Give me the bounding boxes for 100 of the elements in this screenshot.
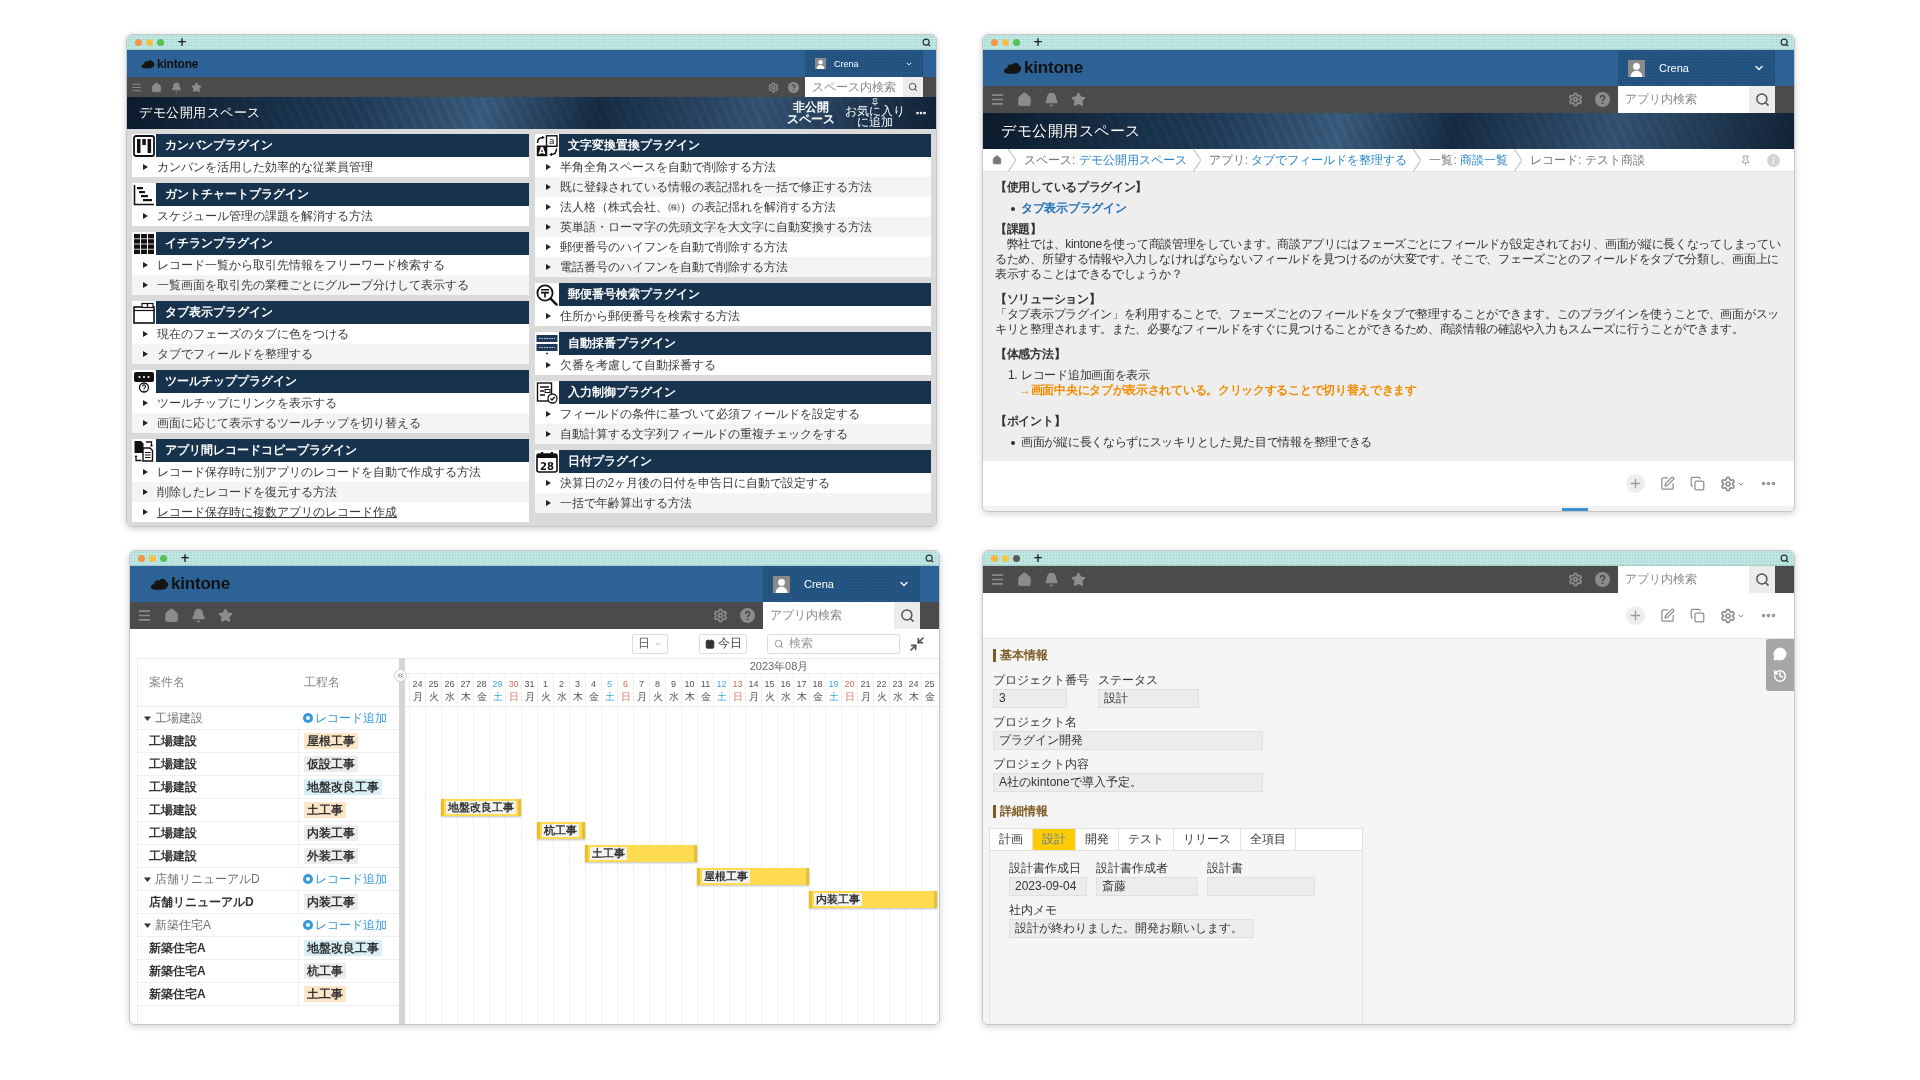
- search-icon[interactable]: [1780, 37, 1789, 47]
- gantt-bar[interactable]: 内装工事: [809, 891, 937, 908]
- star-icon[interactable]: [218, 608, 233, 623]
- bell-icon[interactable]: [171, 81, 182, 93]
- plugin-heading[interactable]: タブ表示プラグイン: [156, 301, 529, 324]
- settings-icon[interactable]: [1568, 572, 1583, 587]
- article-row[interactable]: 英単語・ローマ字の先頭文字を大文字に自動変換する方法: [534, 217, 931, 237]
- bar-resize-handle[interactable]: [584, 845, 588, 862]
- gantt-bar[interactable]: 杭工事: [537, 822, 585, 839]
- star-icon[interactable]: [1071, 92, 1086, 107]
- plugin-link[interactable]: タブ表示プラグイン: [1021, 201, 1127, 216]
- article-row[interactable]: 既に登録されている情報の表記揺れを一括で修正する方法: [534, 177, 931, 197]
- article-row[interactable]: 画面に応じて表示するツールチップを切り替える: [132, 413, 529, 433]
- plugin-heading[interactable]: ガントチャートプラグイン: [156, 183, 529, 206]
- search-field[interactable]: アプリ内検索: [1618, 566, 1749, 593]
- gantt-bar[interactable]: 地盤改良工事: [441, 799, 521, 816]
- search-button[interactable]: [903, 77, 923, 97]
- menu-icon[interactable]: [137, 608, 152, 623]
- article-row[interactable]: 一覧画面を取引先の業種ごとにグループ分けして表示する: [132, 275, 529, 295]
- breadcrumb-link[interactable]: デモ公開用スペース: [1078, 152, 1187, 167]
- bar-resize-handle[interactable]: [441, 799, 444, 816]
- caret-down-icon[interactable]: [144, 921, 151, 929]
- comment-icon[interactable]: [1773, 647, 1787, 661]
- search-icon[interactable]: [1780, 553, 1789, 563]
- home-icon[interactable]: [1017, 92, 1032, 107]
- new-tab-button[interactable]: +: [1033, 36, 1044, 48]
- star-icon[interactable]: [191, 81, 202, 93]
- home-icon[interactable]: [164, 608, 179, 623]
- search-button[interactable]: [894, 602, 920, 629]
- plugin-heading[interactable]: ツールチッププラグイン: [156, 370, 529, 393]
- new-tab-button[interactable]: +: [1033, 552, 1044, 564]
- plugin-heading[interactable]: 入力制御プラグイン: [558, 381, 931, 404]
- search-field[interactable]: スペース内検索: [805, 77, 903, 97]
- bar-resize-handle[interactable]: [537, 822, 540, 839]
- help-icon[interactable]: [1595, 92, 1610, 107]
- bell-icon[interactable]: [1044, 92, 1059, 107]
- help-icon[interactable]: [1595, 572, 1610, 587]
- caret-down-icon[interactable]: [144, 875, 151, 883]
- help-icon[interactable]: [788, 81, 799, 93]
- bar-resize-handle[interactable]: [934, 891, 937, 908]
- settings-icon[interactable]: [1720, 475, 1736, 492]
- article-row[interactable]: 削除したレコードを復元する方法: [132, 482, 529, 502]
- window-control-icon[interactable]: [1013, 554, 1020, 562]
- search-icon[interactable]: [922, 37, 931, 47]
- gantt-bar[interactable]: 屋根工事: [697, 868, 809, 885]
- plugin-heading[interactable]: 郵便番号検索プラグイン: [558, 283, 931, 306]
- breadcrumb-link[interactable]: タブでフィールドを整理する: [1251, 152, 1408, 167]
- settings-icon[interactable]: [1568, 92, 1583, 107]
- bar-resize-handle[interactable]: [518, 799, 521, 816]
- home-icon[interactable]: [1017, 572, 1032, 587]
- bar-resize-handle[interactable]: [581, 822, 585, 839]
- add-icon[interactable]: [1626, 474, 1645, 493]
- search-field[interactable]: アプリ内検索: [763, 602, 894, 629]
- favorite-button[interactable]: お気に入り に追加: [845, 98, 905, 128]
- caret-down-icon[interactable]: [144, 714, 151, 722]
- bell-icon[interactable]: [1044, 572, 1059, 587]
- copy-icon[interactable]: [1690, 476, 1705, 491]
- star-icon[interactable]: [1071, 572, 1086, 587]
- bar-resize-handle[interactable]: [694, 845, 697, 862]
- user-menu[interactable]: Crena: [1618, 50, 1775, 86]
- plugin-heading[interactable]: 自動採番プラグイン: [558, 332, 931, 355]
- history-icon[interactable]: [1773, 669, 1787, 683]
- bar-resize-handle[interactable]: [697, 868, 700, 885]
- plugin-heading[interactable]: カンバンプラグイン: [156, 134, 529, 157]
- article-row[interactable]: 一括で年齢算出する方法: [534, 493, 931, 513]
- edit-icon[interactable]: [1660, 608, 1675, 623]
- home-icon[interactable]: [992, 155, 1002, 165]
- settings-icon[interactable]: [1720, 607, 1736, 624]
- article-row[interactable]: タブでフィールドを整理する: [132, 344, 529, 364]
- pin-icon[interactable]: [1740, 154, 1751, 166]
- new-tab-button[interactable]: +: [177, 36, 188, 48]
- bar-resize-handle[interactable]: [809, 891, 812, 908]
- copy-icon[interactable]: [1690, 608, 1705, 623]
- new-tab-button[interactable]: +: [180, 552, 191, 564]
- user-menu[interactable]: Crena: [805, 50, 923, 77]
- search-icon[interactable]: [925, 553, 934, 563]
- menu-icon[interactable]: [990, 92, 1005, 107]
- menu-icon[interactable]: [990, 572, 1005, 587]
- info-icon[interactable]: [1767, 153, 1780, 167]
- search-button[interactable]: [1749, 86, 1775, 113]
- search-field[interactable]: アプリ内検索: [1618, 86, 1749, 113]
- bar-resize-handle[interactable]: [806, 868, 809, 885]
- plugin-heading[interactable]: アプリ間レコードコピープラグイン: [156, 439, 529, 462]
- article-row[interactable]: 自動計算する文字列フィールドの重複チェックをする: [534, 424, 931, 444]
- breadcrumb-link[interactable]: 商談一覧: [1460, 152, 1509, 167]
- search-button[interactable]: [1749, 566, 1775, 593]
- plugin-heading[interactable]: 日付プラグイン: [558, 450, 931, 473]
- scroll-thumb[interactable]: [1562, 508, 1588, 511]
- edit-icon[interactable]: [1660, 476, 1675, 491]
- settings-icon[interactable]: [768, 81, 779, 93]
- settings-icon[interactable]: [713, 608, 728, 623]
- shrink-icon[interactable]: [909, 635, 925, 652]
- bell-icon[interactable]: [191, 608, 206, 623]
- home-icon[interactable]: [151, 81, 162, 93]
- menu-icon[interactable]: [131, 81, 142, 93]
- today-button[interactable]: 今日: [699, 633, 747, 654]
- plugin-heading[interactable]: イチランプラグイン: [156, 232, 529, 255]
- add-icon[interactable]: [1626, 606, 1645, 625]
- plugin-heading[interactable]: 文字変換置換プラグイン: [558, 134, 931, 157]
- user-menu[interactable]: Crena: [763, 566, 920, 602]
